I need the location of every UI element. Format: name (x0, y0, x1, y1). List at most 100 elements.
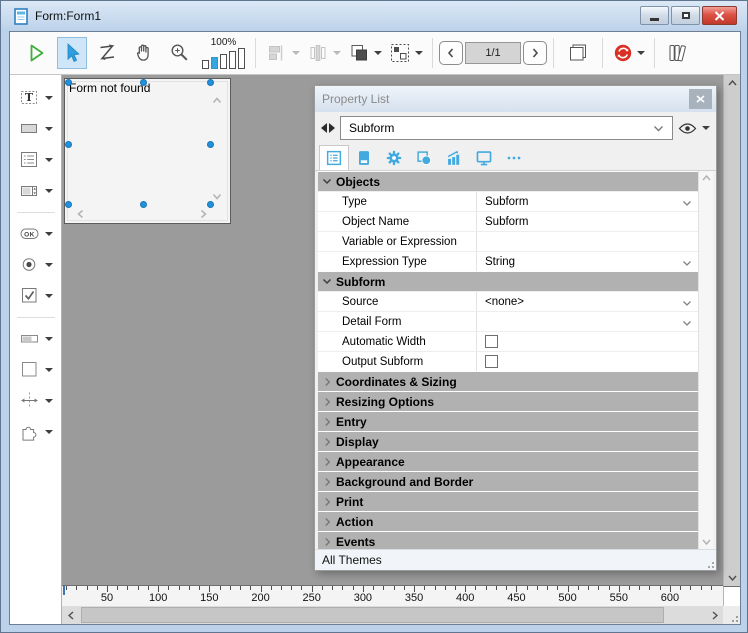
dropdown-arrow-icon[interactable] (45, 368, 53, 372)
chart-tab[interactable] (439, 145, 469, 170)
check-box-tool[interactable] (18, 284, 53, 308)
object-selector-combobox[interactable]: Subform (340, 116, 673, 140)
dropdown-arrow-icon[interactable] (45, 189, 53, 193)
frame-tool[interactable] (18, 358, 53, 382)
selection-handle[interactable] (65, 141, 72, 148)
property-value[interactable] (476, 312, 698, 331)
property-row-source[interactable]: Source<none> (318, 291, 698, 311)
dropdown-arrow-icon[interactable] (45, 232, 53, 236)
dropdown-arrow-icon[interactable] (45, 399, 53, 403)
button-tool[interactable]: OK (18, 222, 53, 246)
selection-handle[interactable] (140, 79, 147, 86)
progress-bar-tool[interactable] (18, 327, 53, 351)
chevron-down-icon[interactable] (682, 318, 692, 330)
section-header-events[interactable]: Events (318, 531, 698, 549)
zoom-level-control[interactable]: 100% (202, 37, 245, 69)
title-bar[interactable]: Form:Form1 (1, 1, 747, 31)
zoom-bars-icon[interactable] (202, 48, 245, 69)
section-header-display[interactable]: Display (318, 431, 698, 451)
subform-object[interactable]: Form not found (64, 78, 231, 224)
select-tool-button[interactable] (57, 37, 87, 69)
visibility-filter-button[interactable] (678, 122, 710, 135)
run-preview-button[interactable] (21, 37, 51, 69)
panel-close-button[interactable] (689, 89, 712, 109)
checkbox[interactable] (485, 335, 498, 348)
section-header-action[interactable]: Action (318, 511, 698, 531)
dropdown-arrow-icon[interactable] (45, 158, 53, 162)
dropdown-arrow-icon[interactable] (702, 126, 710, 130)
property-panel-titlebar[interactable]: Property List (315, 86, 716, 112)
panel-resize-grip[interactable] (704, 558, 714, 568)
property-row-detail-form[interactable]: Detail Form (318, 311, 698, 331)
previous-object-icon[interactable] (321, 123, 327, 133)
scroll-down-icon[interactable] (724, 570, 741, 586)
section-header-entry[interactable]: Entry (318, 411, 698, 431)
section-header-appearance[interactable]: Appearance (318, 451, 698, 471)
pan-tool-button[interactable] (129, 37, 159, 69)
chevron-down-icon[interactable] (682, 198, 692, 210)
dropdown-arrow-icon[interactable] (374, 51, 382, 55)
section-header-coordinates-sizing[interactable]: Coordinates & Sizing (318, 371, 698, 391)
property-value[interactable] (476, 332, 698, 351)
selection-handle[interactable] (140, 201, 147, 208)
selection-handle[interactable] (65, 201, 72, 208)
chevron-down-icon[interactable] (682, 258, 692, 270)
property-value[interactable]: Subform (476, 212, 698, 231)
object-navigation[interactable] (321, 123, 335, 133)
canvas-horizontal-scrollbar[interactable] (62, 606, 723, 624)
property-value[interactable]: Subform (476, 192, 698, 211)
arrange-button[interactable] (347, 37, 382, 69)
radio-button-tool[interactable] (18, 253, 53, 277)
selection-handle[interactable] (207, 79, 214, 86)
property-row-automatic-width[interactable]: Automatic Width (318, 331, 698, 351)
scroll-right-icon[interactable] (706, 606, 723, 624)
data-source-button[interactable] (612, 37, 645, 69)
list-box-tool[interactable] (18, 148, 53, 172)
dropdown-arrow-icon[interactable] (45, 337, 53, 341)
display-tab[interactable] (469, 145, 499, 170)
property-row-type[interactable]: TypeSubform (318, 191, 698, 211)
dropdown-arrow-icon[interactable] (45, 294, 53, 298)
property-value[interactable] (476, 232, 698, 251)
section-header-print[interactable]: Print (318, 491, 698, 511)
property-row-variable-or-expression[interactable]: Variable or Expression (318, 231, 698, 251)
section-header-objects[interactable]: Objects (318, 171, 698, 191)
section-header-background-and-border[interactable]: Background and Border (318, 471, 698, 491)
dropdown-arrow-icon[interactable] (45, 263, 53, 267)
dropdown-arrow-icon[interactable] (45, 430, 53, 434)
property-row-expression-type[interactable]: Expression TypeString (318, 251, 698, 271)
property-value[interactable] (476, 352, 698, 371)
section-header-resizing-options[interactable]: Resizing Options (318, 391, 698, 411)
property-value[interactable]: <none> (476, 292, 698, 311)
scroll-down-icon[interactable] (699, 535, 713, 549)
spin-edit-tool[interactable] (18, 179, 53, 203)
minimize-button[interactable] (640, 6, 669, 25)
scroll-up-icon[interactable] (699, 171, 713, 185)
dropdown-arrow-icon[interactable] (45, 127, 53, 131)
property-row-output-subform[interactable]: Output Subform (318, 351, 698, 371)
scrollbar-track[interactable] (79, 606, 706, 624)
pages-button[interactable] (563, 37, 593, 69)
edit-points-tool-button[interactable] (93, 37, 123, 69)
dropdown-arrow-icon[interactable] (415, 51, 423, 55)
close-button[interactable] (702, 6, 737, 25)
property-value[interactable]: String (476, 252, 698, 271)
settings-tab[interactable] (379, 145, 409, 170)
dropdown-arrow-icon[interactable] (45, 96, 53, 100)
shapes-tab[interactable] (409, 145, 439, 170)
scroll-left-icon[interactable] (62, 606, 79, 624)
more-tab[interactable] (499, 145, 529, 170)
selection-handle[interactable] (207, 201, 214, 208)
previous-page-button[interactable] (439, 41, 463, 65)
scroll-up-icon[interactable] (724, 75, 741, 91)
scrollbar-thumb[interactable] (81, 607, 664, 623)
selection-handle[interactable] (65, 79, 72, 86)
property-row-object-name[interactable]: Object NameSubform (318, 211, 698, 231)
canvas-vertical-scrollbar[interactable] (723, 75, 740, 586)
library-button[interactable] (664, 37, 694, 69)
data-tab[interactable] (349, 145, 379, 170)
zoom-tool-button[interactable] (165, 37, 195, 69)
selection-handle[interactable] (207, 141, 214, 148)
custom-control-tool[interactable] (18, 420, 53, 444)
checkbox[interactable] (485, 355, 498, 368)
